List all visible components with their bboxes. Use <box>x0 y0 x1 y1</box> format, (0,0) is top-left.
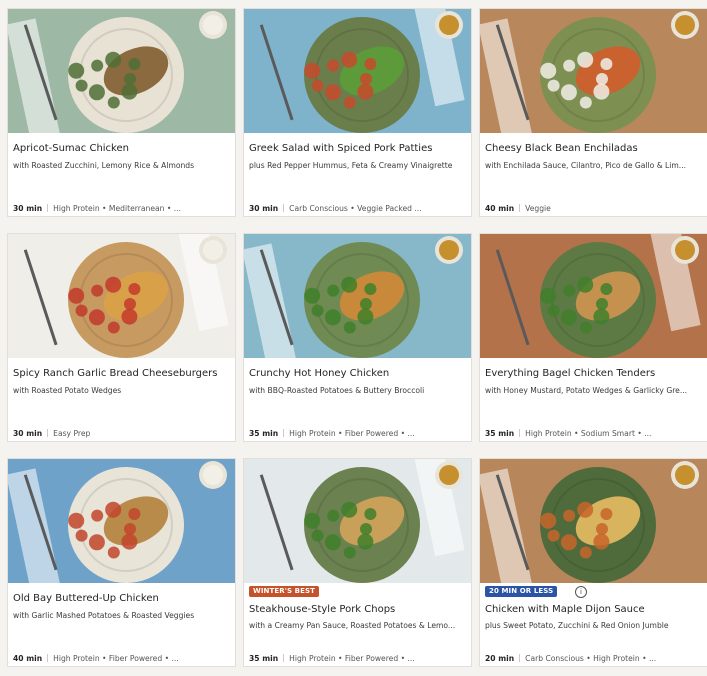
recipe-meta: 35 min High Protein • Fiber Powered • ... <box>249 428 467 439</box>
recipe-tags: Easy Prep <box>53 429 91 438</box>
recipe-title[interactable]: Spicy Ranch Garlic Bread Cheeseburgers <box>13 367 231 380</box>
recipe-card[interactable]: Apricot-Sumac Chicken with Roasted Zucchi… <box>7 8 236 217</box>
recipe-title[interactable]: Crunchy Hot Honey Chicken <box>249 367 467 380</box>
recipe-meta: 30 min High Protein • Mediterranean • ... <box>13 203 231 214</box>
recipe-title[interactable]: Chicken with Maple Dijon Sauce <box>485 603 703 616</box>
recipe-meta: 35 min High Protein • Sodium Smart • ... <box>485 428 703 439</box>
meta-divider <box>283 429 285 437</box>
recipe-tags: Veggie <box>525 204 551 213</box>
recipe-card[interactable]: Everything Bagel Chicken Tenders with Hon… <box>479 233 707 442</box>
recipe-tags: Carb Conscious • High Protein • ... <box>525 654 657 663</box>
recipe-badge: 20 MIN OR LESS <box>485 586 558 597</box>
recipe-meta: 35 min High Protein • Fiber Powered • ... <box>249 653 467 664</box>
recipe-badge: WINTER'S BEST <box>249 586 319 597</box>
meta-divider <box>47 204 49 212</box>
recipe-photo[interactable] <box>480 459 707 583</box>
recipe-card[interactable]: Greek Salad with Spiced Pork Patties plus… <box>243 8 472 217</box>
recipe-subtitle: plus Sweet Potato, Zucchini & Red Onion … <box>485 621 669 630</box>
recipe-meta: 30 min Carb Conscious • Veggie Packed ... <box>249 203 467 214</box>
recipe-grid: Apricot-Sumac Chicken with Roasted Zucchi… <box>0 0 707 676</box>
recipe-title[interactable]: Old Bay Buttered-Up Chicken <box>13 592 231 605</box>
recipe-card[interactable]: Crunchy Hot Honey Chicken with BBQ-Roaste… <box>243 233 472 442</box>
recipe-subtitle: with Roasted Potato Wedges <box>13 386 122 395</box>
meta-divider <box>519 429 521 437</box>
recipe-photo[interactable] <box>8 234 235 358</box>
recipe-tags: High Protein • Mediterranean • ... <box>53 204 181 213</box>
recipe-title[interactable]: Steakhouse-Style Pork Chops <box>249 603 467 616</box>
cook-time: 40 min <box>13 654 43 663</box>
recipe-subtitle: plus Red Pepper Hummus, Feta & Creamy Vi… <box>249 161 453 170</box>
recipe-card[interactable]: Old Bay Buttered-Up Chicken with Garlic M… <box>7 458 236 667</box>
cook-time: 30 min <box>13 429 43 438</box>
meta-divider <box>519 654 521 662</box>
recipe-subtitle: with Enchilada Sauce, Cilantro, Pico de … <box>485 161 687 170</box>
recipe-meta: 40 min High Protein • Fiber Powered • ... <box>13 653 231 664</box>
cook-time: 35 min <box>249 429 279 438</box>
meta-divider <box>47 429 49 437</box>
recipe-photo[interactable] <box>8 459 235 583</box>
recipe-card[interactable]: Cheesy Black Bean Enchiladas with Enchila… <box>479 8 707 217</box>
recipe-title[interactable]: Cheesy Black Bean Enchiladas <box>485 142 703 155</box>
info-icon[interactable]: i <box>575 586 587 598</box>
recipe-tags: High Protein • Fiber Powered • ... <box>53 654 179 663</box>
recipe-title[interactable]: Greek Salad with Spiced Pork Patties <box>249 142 467 155</box>
recipe-subtitle: with Garlic Mashed Potatoes & Roasted Ve… <box>13 611 195 620</box>
recipe-tags: High Protein • Fiber Powered • ... <box>289 654 415 663</box>
recipe-tags: High Protein • Sodium Smart • ... <box>525 429 652 438</box>
recipe-meta: 20 min Carb Conscious • High Protein • ..… <box>485 653 703 664</box>
cook-time: 35 min <box>485 429 515 438</box>
cook-time: 30 min <box>249 204 279 213</box>
recipe-card[interactable]: Spicy Ranch Garlic Bread Cheeseburgers wi… <box>7 233 236 442</box>
cook-time: 40 min <box>485 204 515 213</box>
recipe-card[interactable]: WINTER'S BEST Steakhouse-Style Pork Chops… <box>243 458 472 667</box>
meta-divider <box>519 204 521 212</box>
recipe-tags: High Protein • Fiber Powered • ... <box>289 429 415 438</box>
recipe-photo[interactable] <box>480 234 707 358</box>
recipe-meta: 30 min Easy Prep <box>13 428 231 439</box>
recipe-photo[interactable] <box>244 234 471 358</box>
recipe-title[interactable]: Everything Bagel Chicken Tenders <box>485 367 703 380</box>
cook-time: 30 min <box>13 204 43 213</box>
recipe-subtitle: with BBQ-Roasted Potatoes & Buttery Broc… <box>249 386 425 395</box>
recipe-subtitle: with Honey Mustard, Potato Wedges & Garl… <box>485 386 688 395</box>
recipe-title[interactable]: Apricot-Sumac Chicken <box>13 142 231 155</box>
meta-divider <box>283 654 285 662</box>
recipe-photo[interactable] <box>244 9 471 133</box>
recipe-card[interactable]: 20 MIN OR LESS i Chicken with Maple Dijon … <box>479 458 707 667</box>
recipe-photo[interactable] <box>244 459 471 583</box>
recipe-meta: 40 min Veggie <box>485 203 703 214</box>
meta-divider <box>283 204 285 212</box>
meta-divider <box>47 654 49 662</box>
recipe-photo[interactable] <box>8 9 235 133</box>
recipe-subtitle: with Roasted Zucchini, Lemony Rice & Alm… <box>13 161 195 170</box>
recipe-tags: Carb Conscious • Veggie Packed ... <box>289 204 422 213</box>
recipe-subtitle: with a Creamy Pan Sauce, Roasted Potatoe… <box>249 621 456 630</box>
cook-time: 35 min <box>249 654 279 663</box>
cook-time: 20 min <box>485 654 515 663</box>
recipe-photo[interactable] <box>480 9 707 133</box>
